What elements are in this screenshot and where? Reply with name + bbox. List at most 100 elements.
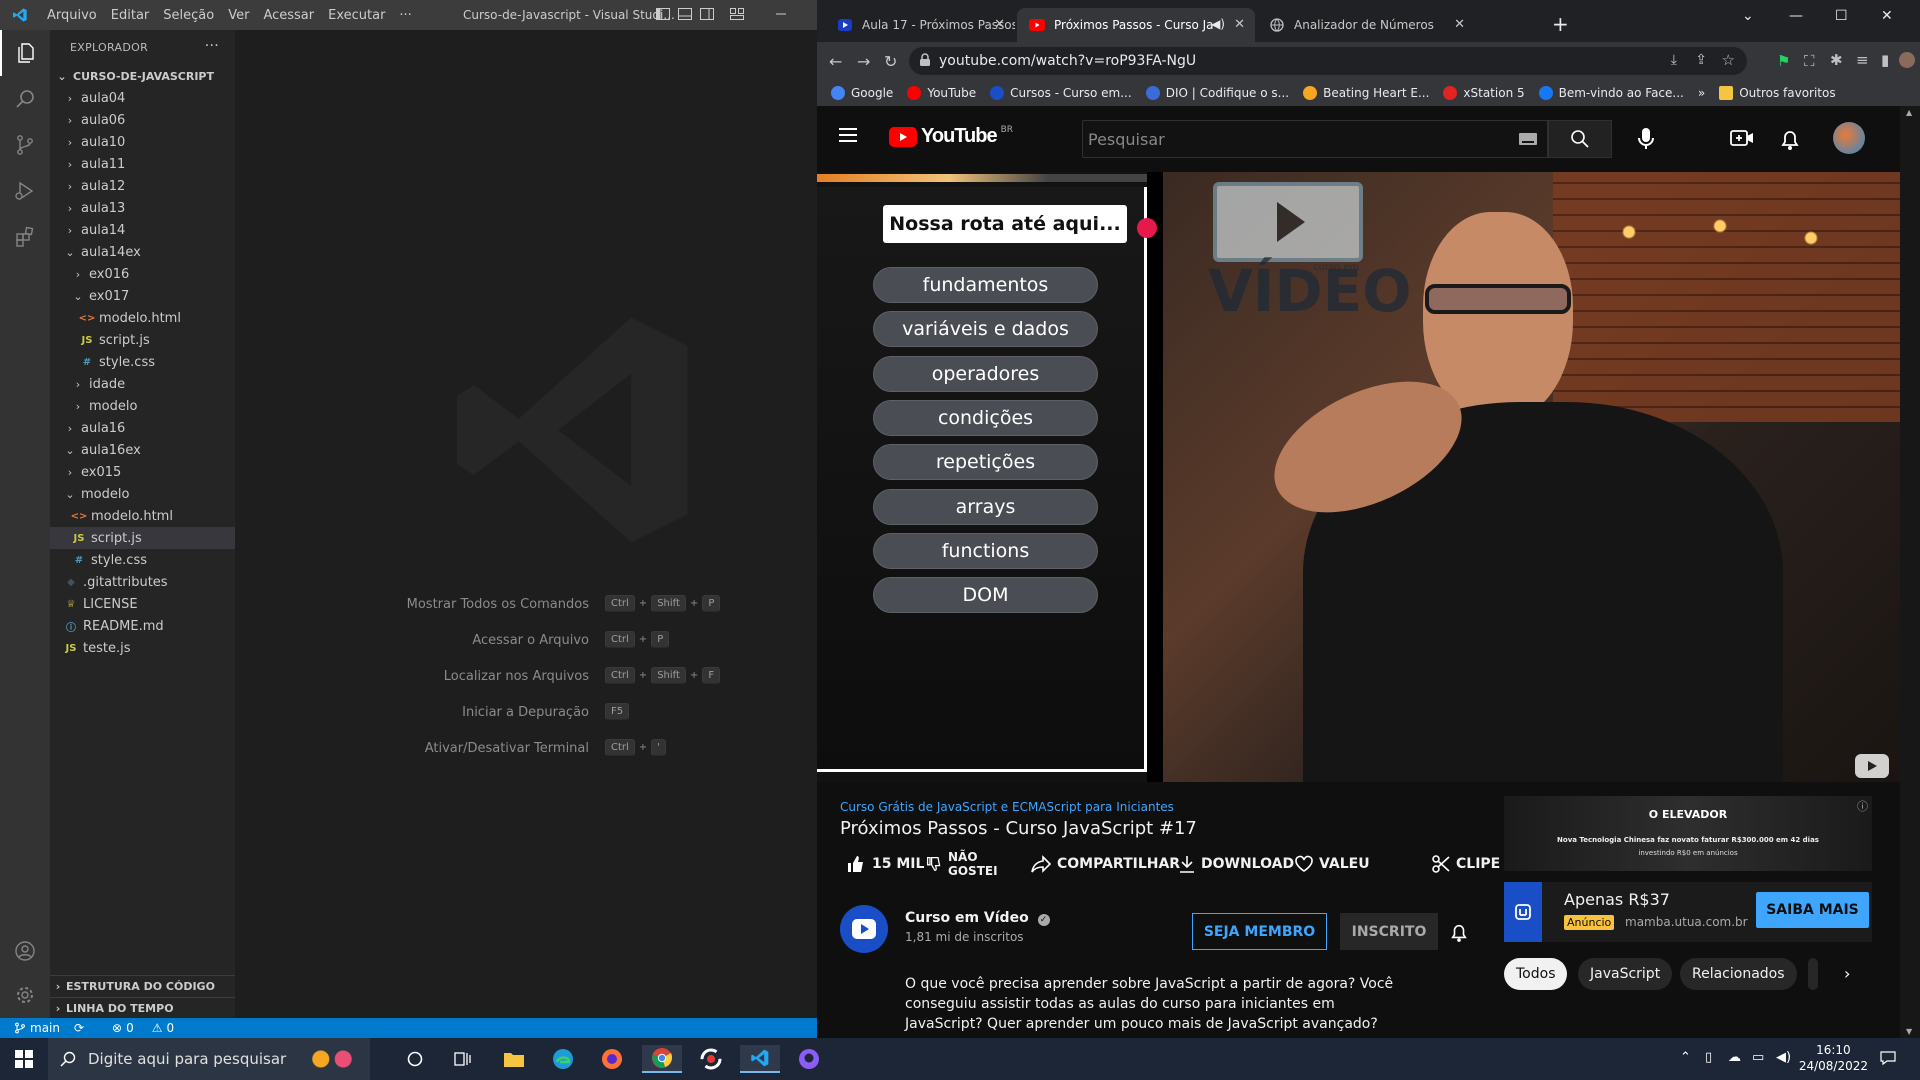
subscribed-button[interactable]: INSCRITO bbox=[1340, 913, 1438, 950]
edge-icon[interactable] bbox=[543, 1045, 583, 1073]
notification-center-icon[interactable] bbox=[1880, 1050, 1896, 1066]
tree-folder[interactable]: › aula06 bbox=[50, 109, 235, 131]
tray-overflow-icon[interactable]: ⌃ bbox=[1680, 1050, 1691, 1065]
join-membership-button[interactable]: SEJA MEMBRO bbox=[1192, 913, 1327, 950]
toggle-primary-sidebar-icon[interactable] bbox=[655, 6, 671, 22]
sync-icon[interactable]: ⟳ bbox=[74, 1021, 84, 1035]
tab-search-icon[interactable]: ⌄ bbox=[1742, 8, 1754, 24]
bookmark-item[interactable]: Bem-vindo ao Face... bbox=[1538, 86, 1684, 100]
thanks-button[interactable]: VALEU bbox=[1295, 848, 1370, 880]
tree-file[interactable]: # style.css bbox=[50, 351, 235, 373]
scroll-down-icon[interactable]: ▼ bbox=[1906, 1027, 1912, 1036]
tree-file[interactable]: ◆ .gitattributes bbox=[50, 571, 235, 593]
channel-avatar[interactable] bbox=[840, 905, 888, 953]
minimize-icon[interactable]: — bbox=[1789, 8, 1803, 24]
tree-file[interactable]: ♕ LICENSE bbox=[50, 593, 235, 615]
vscode-taskbar-icon[interactable] bbox=[740, 1045, 780, 1073]
tree-folder[interactable]: › aula14 bbox=[50, 219, 235, 241]
tree-folder[interactable]: › aula12 bbox=[50, 175, 235, 197]
search-input[interactable]: Pesquisar bbox=[1082, 120, 1548, 158]
tree-folder[interactable]: › aula04 bbox=[50, 87, 235, 109]
bookmark-item[interactable]: Beating Heart E... bbox=[1303, 86, 1429, 100]
video-player[interactable]: Nossa rota até aqui... fundamentos variáv… bbox=[817, 172, 1900, 782]
share-icon[interactable]: ⇪ bbox=[1695, 52, 1707, 68]
menu-more[interactable]: ··· bbox=[392, 8, 418, 23]
timeline-section[interactable]: › LINHA DO TEMPO bbox=[50, 997, 235, 1018]
tree-folder[interactable]: › ex016 bbox=[50, 263, 235, 285]
close-window-icon[interactable]: ✕ bbox=[1881, 8, 1893, 24]
profile-avatar[interactable] bbox=[1899, 52, 1915, 68]
tab-aula-17[interactable]: Aula 17 - Próximos Passos - Curso ✕ bbox=[825, 8, 1015, 42]
reading-list-icon[interactable]: ≡ bbox=[1856, 51, 1869, 69]
shortcut-label[interactable]: Localizar nos Arquivos bbox=[444, 669, 589, 684]
tree-folder[interactable]: ⌄ aula16ex bbox=[50, 439, 235, 461]
bookmark-star-icon[interactable]: ☆ bbox=[1722, 51, 1735, 69]
screenshot-icon[interactable]: ⛶ bbox=[1804, 52, 1815, 70]
problems-status[interactable]: ⊗ 0 ⚠ 0 bbox=[98, 1021, 174, 1035]
tray-device-icon[interactable]: ▯ bbox=[1705, 1050, 1712, 1065]
chip-truncated[interactable] bbox=[1808, 958, 1818, 990]
bookmark-item[interactable]: xStation 5 bbox=[1443, 86, 1525, 100]
create-video-icon[interactable] bbox=[1730, 128, 1754, 148]
youtube-logo[interactable]: YouTube BR bbox=[889, 125, 1013, 148]
channel-name-row[interactable]: Curso em Vídeo ✓ bbox=[905, 910, 1050, 926]
mic-icon[interactable] bbox=[1636, 127, 1656, 151]
playlist-link[interactable]: Curso Grátis de JavaScript e ECMAScript … bbox=[840, 800, 1174, 814]
network-icon[interactable]: ▭ bbox=[1752, 1050, 1764, 1065]
tree-file[interactable]: # style.css bbox=[50, 549, 235, 571]
tree-root-folder[interactable]: ⌄ CURSO-DE-JAVASCRIPT bbox=[50, 65, 235, 87]
menu-editar[interactable]: Editar bbox=[104, 8, 157, 23]
tree-folder[interactable]: ⌄ modelo bbox=[50, 483, 235, 505]
menu-acessar[interactable]: Acessar bbox=[256, 8, 321, 23]
file-explorer-icon[interactable] bbox=[494, 1045, 534, 1073]
other-bookmarks-folder[interactable]: Outros favoritos bbox=[1719, 86, 1836, 100]
task-view-icon[interactable] bbox=[443, 1045, 483, 1073]
back-icon[interactable]: ← bbox=[829, 52, 842, 71]
reload-icon[interactable]: ↻ bbox=[884, 52, 897, 71]
chip-relacionados[interactable]: Relacionados bbox=[1680, 958, 1797, 990]
tab-audio-icon[interactable]: ◀) bbox=[1211, 17, 1225, 31]
share-button[interactable]: COMPARTILHAR bbox=[1031, 848, 1180, 880]
account-avatar[interactable] bbox=[1833, 122, 1865, 154]
tree-file[interactable]: JS script.js bbox=[50, 527, 235, 549]
bookmark-item[interactable]: Cursos - Curso em... bbox=[990, 86, 1132, 100]
tab-close-icon[interactable]: ✕ bbox=[994, 17, 1005, 32]
new-tab-button[interactable]: + bbox=[1552, 12, 1569, 36]
menu-arquivo[interactable]: Arquivo bbox=[40, 8, 104, 23]
clip-button[interactable]: CLIPE bbox=[1432, 848, 1500, 880]
extension-icon[interactable]: ⚑ bbox=[1777, 52, 1790, 70]
download-button[interactable]: DOWNLOAD bbox=[1179, 848, 1294, 880]
tab-analizador[interactable]: Analizador de Números ✕ bbox=[1257, 8, 1475, 42]
chrome-taskbar-icon[interactable] bbox=[642, 1045, 682, 1073]
ad-banner-image[interactable]: O ELEVADOR Nova Tecnologia Chinesa faz n… bbox=[1504, 796, 1872, 871]
ad-cta-button[interactable]: SAIBA MAIS bbox=[1756, 892, 1869, 928]
explorer-more-actions[interactable]: ··· bbox=[205, 38, 219, 54]
chips-next-icon[interactable]: › bbox=[1844, 964, 1850, 983]
volume-icon[interactable]: ◀) bbox=[1776, 1050, 1791, 1065]
explorer-icon[interactable] bbox=[0, 30, 50, 76]
ad-card[interactable]: Apenas R$37 Anúncio mamba.utua.com.br SA… bbox=[1504, 882, 1872, 942]
tab-proximos-passos[interactable]: Próximos Passos - Curso Java ◀) ✕ bbox=[1017, 8, 1255, 42]
hamburger-menu-icon[interactable] bbox=[839, 128, 857, 142]
menu-selecao[interactable]: Seleção bbox=[156, 8, 221, 23]
tree-folder[interactable]: ⌄ ex017 bbox=[50, 285, 235, 307]
bookmarks-overflow-button[interactable]: » bbox=[1698, 86, 1705, 100]
cortana-icon[interactable] bbox=[395, 1045, 435, 1073]
tree-file[interactable]: <> modelo.html bbox=[50, 505, 235, 527]
forward-icon[interactable]: → bbox=[857, 52, 870, 71]
tree-folder[interactable]: ⌄ aula14ex bbox=[50, 241, 235, 263]
notifications-bell-icon[interactable] bbox=[1780, 127, 1800, 151]
firefox-icon[interactable] bbox=[592, 1045, 632, 1073]
side-panel-icon[interactable]: ▮ bbox=[1881, 51, 1889, 69]
windows-start-icon[interactable] bbox=[4, 1045, 44, 1073]
tree-folder[interactable]: › aula13 bbox=[50, 197, 235, 219]
accounts-icon[interactable] bbox=[0, 928, 50, 974]
source-control-icon[interactable] bbox=[0, 122, 50, 168]
like-button[interactable]: 15 MIL bbox=[846, 848, 924, 880]
extensions-icon[interactable] bbox=[0, 214, 50, 260]
search-icon[interactable] bbox=[0, 76, 50, 122]
page-scrollbar[interactable]: ▲ ▼ bbox=[1900, 106, 1920, 1038]
tree-folder[interactable]: › aula11 bbox=[50, 153, 235, 175]
outline-section[interactable]: › ESTRUTURA DO CÓDIGO bbox=[50, 975, 235, 997]
tab-close-icon[interactable]: ✕ bbox=[1234, 17, 1245, 32]
